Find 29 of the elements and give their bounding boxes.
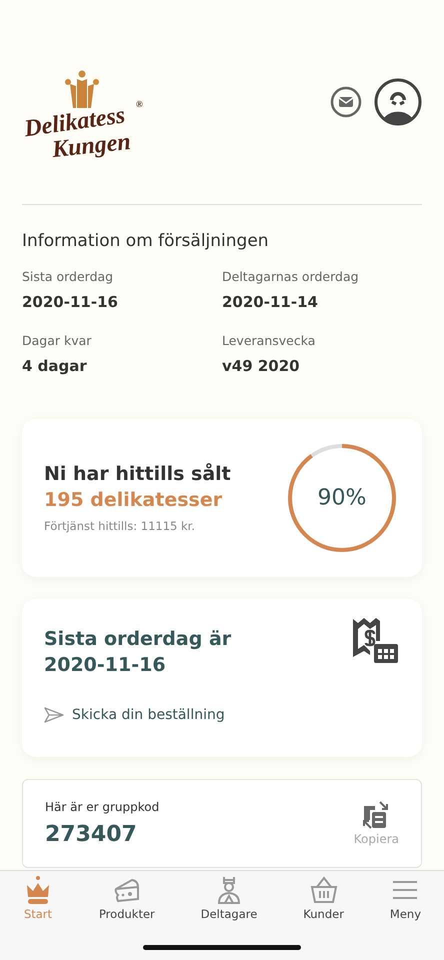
field-value: 4 dagar <box>22 357 88 375</box>
tab[interactable]: Deltagare <box>196 875 262 921</box>
field-value: v49 2020 <box>222 357 301 375</box>
field-label: Leveransvecka <box>222 333 316 348</box>
deadline-date: 2020-11-16 <box>44 652 167 678</box>
tab[interactable]: Meny <box>386 875 426 921</box>
profile-icon[interactable] <box>374 78 422 126</box>
sold-amount: 195 delikatesser <box>44 489 224 511</box>
field-value: 2020-11-16 <box>22 293 119 311</box>
send-order-link[interactable]: Skicka din beställning <box>44 707 225 723</box>
registered-mark: ® <box>136 100 143 109</box>
earnings-text: Förtjänst hittills: 11115 kr. <box>44 519 196 533</box>
group-code: 273407 <box>45 822 138 847</box>
section-title: Information om försäljningen <box>22 231 270 251</box>
field-label: Deltagarnas orderdag <box>222 269 360 284</box>
card-heading: Ni har hittills sålt <box>44 463 231 485</box>
field-label: Dagar kvar <box>22 333 92 348</box>
crown-logo-icon <box>62 70 102 110</box>
mail-icon[interactable] <box>330 86 362 118</box>
card-heading: Sista orderdag är <box>44 627 232 652</box>
tab[interactable]: Kunder <box>299 875 348 921</box>
field-value: 2020-11-14 <box>222 293 319 311</box>
field-label: Sista orderdag <box>22 269 114 284</box>
progress-percent: 90% <box>318 486 366 510</box>
group-code-label: Här är er gruppkod <box>45 800 160 814</box>
basket-icon <box>308 875 339 905</box>
tab[interactable]: Produkter <box>94 875 159 921</box>
receipt-calendar-icon <box>350 615 400 665</box>
send-icon <box>44 707 64 723</box>
